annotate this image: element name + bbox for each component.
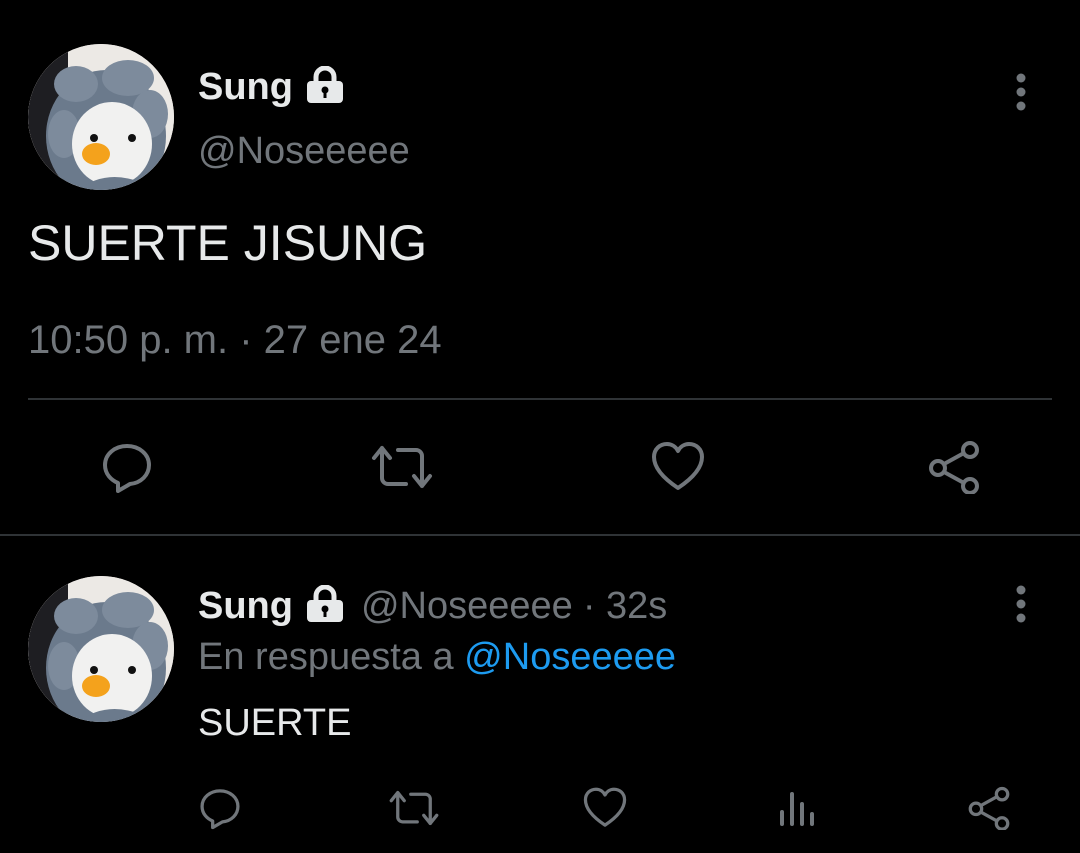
reply-time[interactable]: · 32s [583,585,667,628]
author-name[interactable]: Sung [198,66,293,109]
reply-author-name[interactable]: Sung [198,585,293,628]
lock-icon [303,584,347,628]
more-options-icon[interactable] [1006,72,1036,112]
avatar-image [28,576,174,722]
author-handle[interactable]: @Noseeeee [198,130,410,173]
like-icon[interactable] [650,440,706,494]
section-divider [0,534,1080,536]
reply-icon[interactable] [100,440,154,494]
reply-to-link[interactable]: @Noseeeee [464,636,676,678]
avatar[interactable] [28,44,174,190]
reply-icon[interactable] [198,786,242,830]
share-icon[interactable] [926,440,982,494]
retweet-icon[interactable] [388,786,440,830]
more-options-icon[interactable] [1006,584,1036,624]
analytics-icon[interactable] [776,786,820,830]
reply-author-handle[interactable]: @Noseeeee [361,585,573,628]
retweet-icon[interactable] [370,440,434,494]
reply-context-label: En respuesta a [198,636,454,678]
reply-text: SUERTE [198,702,352,744]
reply-avatar[interactable] [28,576,174,722]
tweet-timestamp[interactable]: 10:50 p. m. · 27 ene 24 [28,318,442,363]
divider [28,398,1052,400]
avatar-image [28,44,174,190]
like-icon[interactable] [582,786,628,830]
share-icon[interactable] [966,786,1012,830]
lock-icon [303,65,347,109]
tweet-text: SUERTE JISUNG [28,215,428,271]
